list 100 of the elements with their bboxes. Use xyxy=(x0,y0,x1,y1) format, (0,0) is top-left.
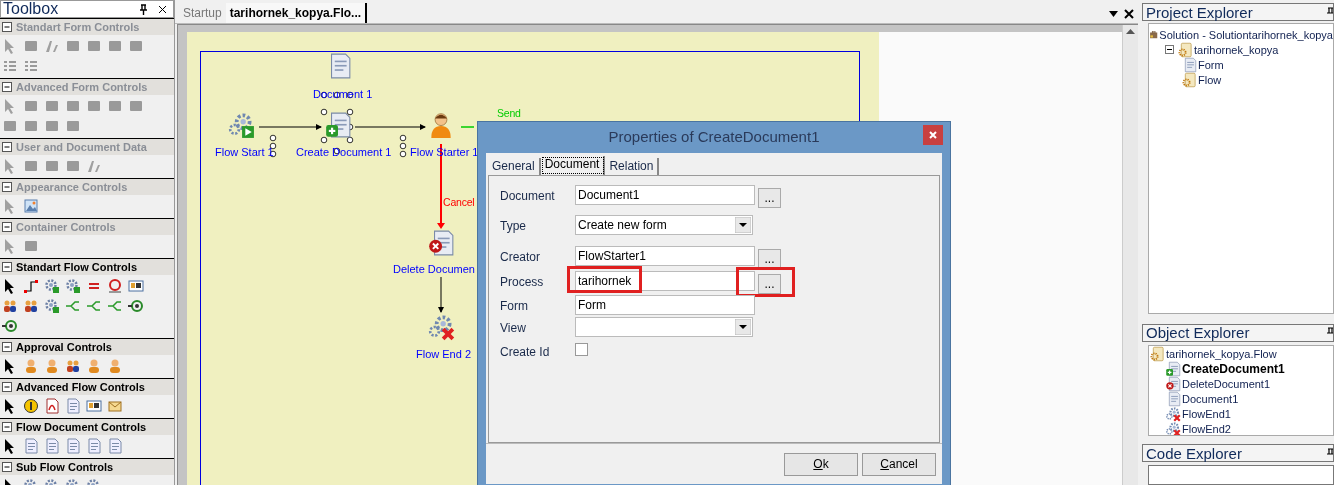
text-style-icon[interactable] xyxy=(44,38,60,54)
control-icon[interactable] xyxy=(44,98,60,114)
control-icon[interactable] xyxy=(23,98,39,114)
gears-icon[interactable] xyxy=(44,298,60,314)
collapse-icon[interactable] xyxy=(2,382,12,392)
card-icon[interactable] xyxy=(128,278,144,294)
tree-item[interactable]: DeleteDocument1 xyxy=(1182,377,1271,392)
document-icon[interactable] xyxy=(86,438,102,454)
section-header[interactable]: Approval Controls xyxy=(0,339,174,355)
control-icon[interactable] xyxy=(23,158,39,174)
mail-icon[interactable] xyxy=(107,398,123,414)
section-header[interactable]: Sub Flow Controls xyxy=(0,459,174,475)
selection-handles[interactable] xyxy=(269,134,277,158)
control-icon[interactable] xyxy=(65,118,81,134)
document-delete-icon[interactable] xyxy=(427,229,455,257)
checkbox[interactable] xyxy=(575,343,588,356)
section-header[interactable]: Standart Flow Controls xyxy=(0,259,174,275)
branch-icon[interactable] xyxy=(65,298,81,314)
branch-icon[interactable] xyxy=(86,298,102,314)
control-icon[interactable] xyxy=(23,38,39,54)
close-icon[interactable] xyxy=(1124,9,1134,19)
control-icon[interactable] xyxy=(23,238,39,254)
control-icon[interactable] xyxy=(65,38,81,54)
gears-icon[interactable] xyxy=(65,278,81,294)
connector-icon[interactable] xyxy=(23,278,39,294)
list-icon[interactable] xyxy=(2,58,18,74)
document-icon[interactable] xyxy=(44,438,60,454)
text-field[interactable]: tarihornek xyxy=(575,271,755,291)
document-icon[interactable] xyxy=(23,438,39,454)
tree-item[interactable]: Flow xyxy=(1198,72,1222,87)
people-icon[interactable] xyxy=(2,298,18,314)
scroll-up-icon[interactable] xyxy=(1126,29,1135,34)
control-icon[interactable] xyxy=(23,118,39,134)
document-icon[interactable] xyxy=(107,438,123,454)
section-header[interactable]: Advanced Flow Controls xyxy=(0,379,174,395)
text-field[interactable]: FlowStarter1 xyxy=(575,246,755,266)
close-button[interactable] xyxy=(923,125,943,145)
text-field[interactable]: Form xyxy=(575,295,755,315)
browse-button[interactable]: ... xyxy=(758,188,781,208)
document-icon[interactable] xyxy=(65,438,81,454)
list-icon[interactable] xyxy=(23,58,39,74)
tree-item[interactable]: Solution - Solutiontarihornek_kopya xyxy=(1159,27,1333,42)
dropdown-icon[interactable] xyxy=(1109,11,1118,17)
close-icon[interactable] xyxy=(158,4,167,14)
decision-icon[interactable] xyxy=(107,278,123,294)
document-add-icon[interactable] xyxy=(324,111,352,139)
collapse-icon[interactable] xyxy=(1165,45,1174,54)
branch-icon[interactable] xyxy=(107,298,123,314)
control-icon[interactable] xyxy=(86,38,102,54)
dropdown-icon[interactable] xyxy=(735,217,751,233)
ring-icon[interactable] xyxy=(2,318,18,334)
tree-item[interactable]: tarihornek_kopya xyxy=(1194,42,1279,57)
select-field[interactable]: Create new form xyxy=(575,215,753,235)
image-icon[interactable] xyxy=(23,198,39,214)
document-icon[interactable] xyxy=(65,398,81,414)
dropdown-icon[interactable] xyxy=(735,319,751,335)
collapse-icon[interactable] xyxy=(2,342,12,352)
control-icon[interactable] xyxy=(128,98,144,114)
people-icon[interactable] xyxy=(65,358,81,374)
dialog-button[interactable]: Ok xyxy=(784,452,858,476)
browse-button[interactable]: ... xyxy=(758,249,781,269)
section-header[interactable]: Flow Document Controls xyxy=(0,419,174,435)
tree-item[interactable]: CreateDocument1 xyxy=(1182,362,1285,377)
tree-item[interactable]: tarihornek_kopya.Flow xyxy=(1166,347,1277,362)
browse-button[interactable]: ... xyxy=(758,274,781,294)
node-label: Flow Start 1 xyxy=(215,146,274,159)
control-icon[interactable] xyxy=(65,98,81,114)
scrollbar[interactable] xyxy=(1122,25,1138,485)
collapse-icon[interactable] xyxy=(2,422,12,432)
document-icon[interactable] xyxy=(44,398,60,414)
dialog-tab[interactable]: Document xyxy=(540,156,606,175)
coin-icon[interactable] xyxy=(23,398,39,414)
editor-tab[interactable]: tarihornek_kopya.Flo... xyxy=(225,3,368,23)
control-icon[interactable] xyxy=(107,38,123,54)
dialog-button[interactable]: Cancel xyxy=(862,452,936,476)
tree-item[interactable]: FlowEnd2 xyxy=(1182,422,1231,436)
pin-icon[interactable] xyxy=(139,3,148,15)
ring-icon[interactable] xyxy=(128,298,144,314)
collapse-icon[interactable] xyxy=(2,262,12,272)
text-field[interactable]: Document1 xyxy=(575,185,755,205)
tree-item[interactable]: Document1 xyxy=(1182,392,1239,407)
tree-item[interactable]: FlowEnd1 xyxy=(1182,407,1231,422)
control-icon[interactable] xyxy=(2,118,18,134)
people-icon[interactable] xyxy=(23,298,39,314)
control-icon[interactable] xyxy=(128,38,144,54)
selection-handles[interactable] xyxy=(399,134,407,158)
select-field[interactable] xyxy=(575,317,753,337)
text-style-icon[interactable] xyxy=(86,158,102,174)
tree-item[interactable]: Form xyxy=(1198,57,1224,72)
control-icon[interactable] xyxy=(65,158,81,174)
control-icon[interactable] xyxy=(44,118,60,134)
card-icon[interactable] xyxy=(86,398,102,414)
gears-cross-icon[interactable] xyxy=(427,313,455,341)
gears-play-icon[interactable] xyxy=(227,111,255,139)
collapse-icon[interactable] xyxy=(2,462,12,472)
editor-tab[interactable]: Startup xyxy=(179,3,226,23)
control-icon[interactable] xyxy=(86,98,102,114)
control-icon[interactable] xyxy=(44,158,60,174)
gears-icon[interactable] xyxy=(44,278,60,294)
control-icon[interactable] xyxy=(107,98,123,114)
